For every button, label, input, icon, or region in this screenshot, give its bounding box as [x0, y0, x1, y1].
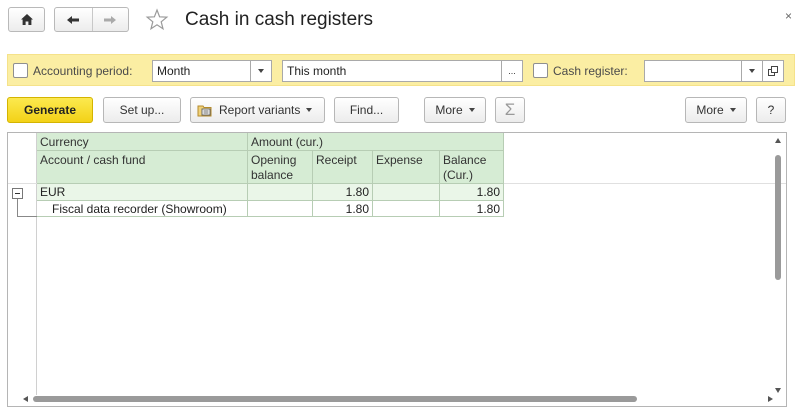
tree-line: [17, 199, 18, 217]
chevron-down-icon: [749, 69, 755, 73]
history-nav-group: [54, 7, 129, 32]
detail-row-receipt[interactable]: 1.80: [313, 201, 373, 217]
vertical-scroll-thumb[interactable]: [775, 155, 781, 280]
collapse-group-icon[interactable]: [12, 188, 23, 199]
home-button[interactable]: [8, 7, 45, 32]
more-label: More: [696, 103, 724, 117]
detail-row-opening-balance[interactable]: [248, 201, 313, 217]
arrow-left-icon: [67, 15, 80, 24]
page-title: Cash in cash registers: [185, 9, 373, 30]
close-icon[interactable]: ×: [785, 9, 792, 23]
accounting-period-checkbox[interactable]: [13, 63, 28, 78]
tree-line: [17, 216, 37, 217]
horizontal-scrollbar[interactable]: [22, 394, 774, 405]
chevron-down-icon: [468, 108, 475, 112]
report-variants-icon: [197, 105, 212, 117]
header-opening-balance: Opening balance: [248, 151, 313, 184]
star-icon[interactable]: [145, 8, 169, 32]
cash-register-checkbox[interactable]: [533, 63, 548, 78]
cash-register-field[interactable]: [644, 60, 742, 82]
more-button-right[interactable]: More: [685, 97, 747, 123]
period-value-field[interactable]: This month: [282, 60, 502, 82]
cash-register-dropdown-button[interactable]: [741, 60, 763, 82]
period-type-field[interactable]: Month: [152, 60, 251, 82]
scroll-right-icon[interactable]: [768, 396, 773, 402]
cash-register-label: Cash register:: [553, 64, 628, 78]
chevron-down-icon: [729, 108, 736, 112]
arrow-right-icon: [104, 15, 117, 24]
group-row-receipt[interactable]: 1.80: [313, 184, 373, 201]
help-button[interactable]: ?: [756, 97, 786, 123]
open-form-icon: [768, 66, 778, 76]
header-receipt: Receipt: [313, 151, 373, 184]
report-area[interactable]: Currency Amount (cur.) Account / cash fu…: [7, 132, 787, 407]
group-row-balance[interactable]: 1.80: [440, 184, 504, 201]
group-row-opening-balance[interactable]: [248, 184, 313, 201]
header-balance-cur: Balance (Cur.): [440, 151, 504, 184]
group-row-name[interactable]: EUR: [37, 184, 248, 201]
scroll-left-icon[interactable]: [23, 396, 28, 402]
detail-row-name[interactable]: Fiscal data recorder (Showroom): [37, 201, 248, 217]
scroll-up-icon[interactable]: [775, 138, 781, 143]
header-amount-cur: Amount (cur.): [248, 133, 504, 151]
generate-button[interactable]: Generate: [7, 97, 93, 123]
find-button[interactable]: Find...: [334, 97, 399, 123]
report-variants-button[interactable]: Report variants: [190, 97, 325, 123]
group-row-expense[interactable]: [373, 184, 440, 201]
sum-button[interactable]: Σ: [495, 97, 525, 123]
report-variants-label: Report variants: [219, 103, 301, 117]
header-expense: Expense: [373, 151, 440, 184]
detail-row-balance[interactable]: 1.80: [440, 201, 504, 217]
chevron-down-icon: [306, 108, 313, 112]
more-button-left[interactable]: More: [424, 97, 486, 123]
filter-bar: Accounting period: Month This month ... …: [7, 54, 795, 86]
home-icon: [20, 14, 33, 25]
more-label: More: [435, 103, 463, 117]
accounting-period-label: Accounting period:: [33, 64, 133, 78]
vertical-scrollbar[interactable]: [773, 133, 785, 395]
period-type-dropdown-button[interactable]: [250, 60, 272, 82]
header-account-cash-fund: Account / cash fund: [37, 151, 248, 184]
back-button[interactable]: [55, 8, 92, 31]
sigma-icon: Σ: [504, 100, 516, 119]
horizontal-scroll-thumb[interactable]: [33, 396, 637, 402]
period-select-button[interactable]: ...: [501, 60, 523, 82]
detail-row-expense[interactable]: [373, 201, 440, 217]
header-currency: Currency: [37, 133, 248, 151]
scroll-down-icon[interactable]: [775, 388, 781, 393]
forward-button[interactable]: [91, 8, 129, 31]
setup-button[interactable]: Set up...: [103, 97, 181, 123]
chevron-down-icon: [258, 69, 264, 73]
cash-register-open-button[interactable]: [762, 60, 784, 82]
